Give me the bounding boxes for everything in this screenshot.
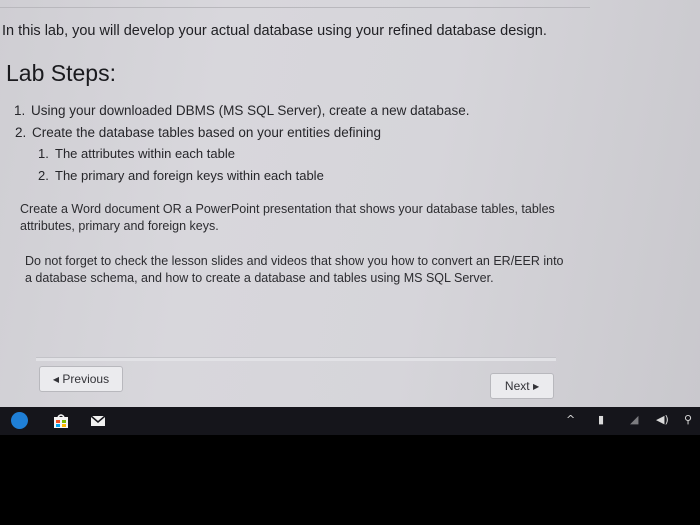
chevron-up-icon[interactable]: ^ <box>566 413 575 426</box>
step-text: The attributes within each table <box>55 146 235 161</box>
step-number: 2. <box>38 168 49 183</box>
monitor-bezel <box>0 435 700 525</box>
battery-icon[interactable]: ▮ <box>598 413 604 426</box>
step-2: 2. Create the database tables based on yo… <box>15 125 381 140</box>
wifi-icon[interactable]: ◢ <box>630 413 638 426</box>
step-1: 1. Using your downloaded DBMS (MS SQL Ser… <box>14 103 469 118</box>
previous-button[interactable]: ◀ Previous <box>39 366 123 392</box>
mail-icon[interactable] <box>89 412 107 430</box>
intro-text: In this lab, you will develop your actua… <box>2 23 547 39</box>
screen: In this lab, you will develop your actua… <box>0 0 700 525</box>
step-text: Create the database tables based on your… <box>32 125 381 140</box>
store-icon[interactable] <box>52 412 70 430</box>
lab-page: In this lab, you will develop your actua… <box>0 0 700 407</box>
instruction-paragraph: Create a Word document OR a PowerPoint p… <box>20 202 555 233</box>
step-text: The primary and foreign keys within each… <box>55 168 324 183</box>
next-button[interactable]: Next ▶ <box>490 373 554 399</box>
chevron-left-icon: ◀ <box>52 375 60 384</box>
reminder-paragraph: Do not forget to check the lesson slides… <box>25 254 564 285</box>
step-number: 1. <box>38 146 49 161</box>
lab-steps-heading: Lab Steps: <box>6 60 116 86</box>
chevron-right-icon: ▶ <box>532 382 540 391</box>
substep-2: 2. The primary and foreign keys within ea… <box>38 168 324 183</box>
step-number: 2. <box>15 125 27 140</box>
substep-1: 1. The attributes within each table <box>38 146 235 161</box>
top-rule <box>0 7 590 8</box>
content-divider <box>36 357 556 361</box>
windows-taskbar: ^ ▮ ◢ ◀) ⚲ <box>0 407 700 435</box>
next-label: Next <box>504 379 530 393</box>
edge-icon[interactable] <box>11 412 28 429</box>
previous-label: Previous <box>62 372 110 386</box>
network-icon[interactable]: ⚲ <box>684 413 692 426</box>
step-text: Using your downloaded DBMS (MS SQL Serve… <box>31 103 470 118</box>
volume-icon[interactable]: ◀) <box>656 413 669 426</box>
step-number: 1. <box>14 103 26 118</box>
